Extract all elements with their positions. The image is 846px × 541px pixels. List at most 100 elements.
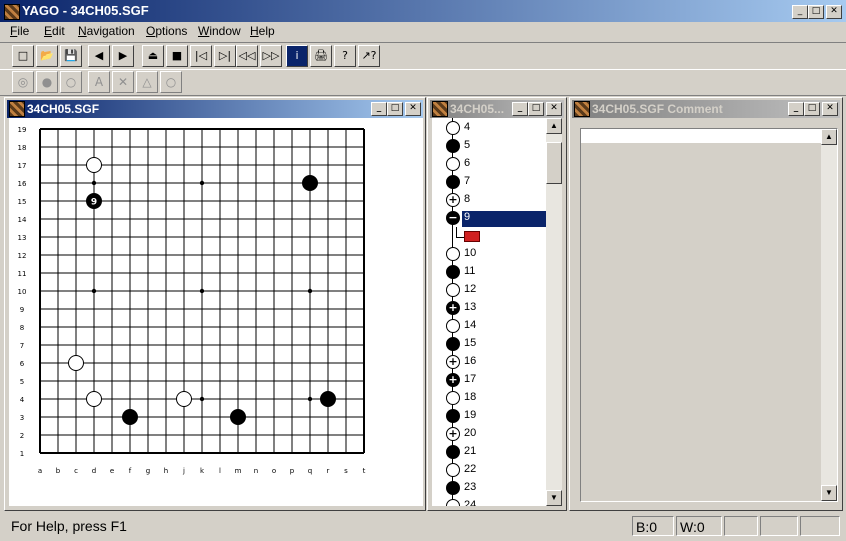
tree-window[interactable]: 34CH05... _ □ ✕ 4 5 6 7 +8−9 10 11 12 +13 14 15 +16… xyxy=(427,97,567,511)
maximize-button[interactable]: □ xyxy=(808,5,824,19)
menu-navigation[interactable]: Navigation xyxy=(78,24,135,38)
board-minimize-button[interactable]: _ xyxy=(371,102,387,116)
comment-window[interactable]: 34CH05.SGF Comment _ □ ✕ ▲ ▼ xyxy=(569,97,843,511)
comment-close-button[interactable]: ✕ xyxy=(822,102,838,116)
move-number-label[interactable]: 9 xyxy=(462,211,546,227)
white-move-node[interactable] xyxy=(446,283,460,297)
board-maximize-button[interactable]: □ xyxy=(387,102,403,116)
move-number-label[interactable]: 24 xyxy=(464,499,476,506)
white-move-node[interactable] xyxy=(446,157,460,171)
menu-options[interactable]: Options xyxy=(146,24,187,38)
move-number-label[interactable]: 16 xyxy=(464,355,476,367)
move-number-label[interactable]: 17 xyxy=(464,373,476,385)
black-move-node[interactable] xyxy=(446,409,460,423)
go-board-area[interactable]: 19 18 17 16 15 14 13 12 11 10 9 8 7 6 5 4 3 2 1 a b c d e f g h j k l… xyxy=(9,118,423,506)
open-folder-button[interactable]: 📂 xyxy=(36,45,58,67)
add-white-stone-button[interactable]: ○ xyxy=(60,71,82,93)
tree-maximize-button[interactable]: □ xyxy=(528,102,544,116)
move-number-label[interactable]: 21 xyxy=(464,445,476,457)
comment-window-icon[interactable] xyxy=(574,101,590,117)
white-move-node[interactable] xyxy=(446,121,460,135)
fast-forward-button[interactable]: ▷▷ xyxy=(260,45,282,67)
tree-close-button[interactable]: ✕ xyxy=(546,102,562,116)
black-move-node[interactable]: − xyxy=(446,211,460,225)
move-number-label[interactable]: 18 xyxy=(464,391,476,403)
board-window[interactable]: 34CH05.SGF _ □ ✕ 19 18 17 16 15 14 13 12 11 10 9 8 7… xyxy=(4,97,426,511)
rewind-button[interactable]: ◁◁ xyxy=(236,45,258,67)
move-number-label[interactable]: 5 xyxy=(464,139,470,151)
move-number-label[interactable]: 14 xyxy=(464,319,476,331)
white-move-node[interactable] xyxy=(446,391,460,405)
move-number-label[interactable]: 15 xyxy=(464,337,476,349)
white-move-node[interactable] xyxy=(446,247,460,261)
comment-minimize-button[interactable]: _ xyxy=(788,102,804,116)
move-number-label[interactable]: 11 xyxy=(464,265,475,277)
tree-scroll-down-button[interactable]: ▼ xyxy=(546,490,562,506)
close-button[interactable]: ✕ xyxy=(826,5,842,19)
menu-window[interactable]: Window xyxy=(198,24,241,38)
move-number-label[interactable]: 10 xyxy=(464,247,476,259)
stop-button[interactable]: ■ xyxy=(166,45,188,67)
comment-text-input[interactable] xyxy=(581,129,821,143)
black-move-node[interactable] xyxy=(446,445,460,459)
tree-window-icon[interactable] xyxy=(432,101,448,117)
info-button[interactable]: i xyxy=(286,45,308,67)
variation-folder-icon[interactable] xyxy=(464,231,480,242)
go-board[interactable]: 19 18 17 16 15 14 13 12 11 10 9 8 7 6 5 4 3 2 1 a b c d e f g h j k l… xyxy=(9,118,423,506)
menu-file[interactable]: File xyxy=(10,24,29,38)
white-move-node[interactable]: + xyxy=(446,427,460,441)
move-number-label[interactable]: 13 xyxy=(464,301,476,313)
black-move-node[interactable] xyxy=(446,175,460,189)
menu-edit[interactable]: Edit xyxy=(44,24,65,38)
comment-maximize-button[interactable]: □ xyxy=(804,102,820,116)
move-number-label[interactable]: 20 xyxy=(464,427,476,439)
black-move-node[interactable]: + xyxy=(446,301,460,315)
move-number-label[interactable]: 8 xyxy=(464,193,470,205)
add-black-stone-button[interactable]: ● xyxy=(36,71,58,93)
print-button[interactable]: 🖨 xyxy=(310,45,332,67)
move-number-label[interactable]: 7 xyxy=(464,175,470,187)
move-number-label[interactable]: 12 xyxy=(464,283,476,295)
move-number-label[interactable]: 19 xyxy=(464,409,476,421)
black-move-node[interactable] xyxy=(446,337,460,351)
app-icon[interactable] xyxy=(4,4,20,20)
black-move-node[interactable]: + xyxy=(446,373,460,387)
tree-scrollbar[interactable]: ▲ ▼ xyxy=(546,118,562,506)
comment-scroll-up-button[interactable]: ▲ xyxy=(821,129,837,145)
context-help-button[interactable]: ↗? xyxy=(358,45,380,67)
board-window-icon[interactable] xyxy=(9,101,25,117)
mark-cross-button[interactable]: ✕ xyxy=(112,71,134,93)
black-move-node[interactable] xyxy=(446,139,460,153)
new-file-button[interactable]: □ xyxy=(12,45,34,67)
eject-button[interactable]: ⏏ xyxy=(142,45,164,67)
white-move-node[interactable] xyxy=(446,499,460,506)
save-button[interactable]: 💾 xyxy=(60,45,82,67)
next-move-button[interactable]: ▶ xyxy=(112,45,134,67)
last-move-button[interactable]: ▷| xyxy=(214,45,236,67)
black-move-node[interactable] xyxy=(446,265,460,279)
game-tree[interactable]: 4 5 6 7 +8−9 10 11 12 +13 14 15 +16 +17 18 19 +20 21 22 23… xyxy=(432,118,546,506)
label-letter-button[interactable]: A xyxy=(88,71,110,93)
minimize-button[interactable]: _ xyxy=(792,5,808,19)
white-move-node[interactable] xyxy=(446,463,460,477)
tree-minimize-button[interactable]: _ xyxy=(512,102,528,116)
tree-scroll-up-button[interactable]: ▲ xyxy=(546,118,562,134)
move-number-label[interactable]: 23 xyxy=(464,481,476,493)
move-number-label[interactable]: 22 xyxy=(464,463,476,475)
prev-move-button[interactable]: ◀ xyxy=(88,45,110,67)
white-move-node[interactable] xyxy=(446,319,460,333)
move-number-label[interactable]: 4 xyxy=(464,121,470,133)
help-button[interactable]: ? xyxy=(334,45,356,67)
menu-help[interactable]: Help xyxy=(250,24,275,38)
add-mixed-stones-button[interactable]: ◎ xyxy=(12,71,34,93)
white-move-node[interactable]: + xyxy=(446,193,460,207)
move-number-label[interactable]: 6 xyxy=(464,157,470,169)
mark-triangle-button[interactable]: △ xyxy=(136,71,158,93)
comment-scrollbar[interactable]: ▲ ▼ xyxy=(821,129,837,501)
board-close-button[interactable]: ✕ xyxy=(405,102,421,116)
mark-circle-button[interactable]: ○ xyxy=(160,71,182,93)
black-move-node[interactable] xyxy=(446,481,460,495)
first-move-button[interactable]: |◁ xyxy=(190,45,212,67)
white-move-node[interactable]: + xyxy=(446,355,460,369)
comment-scroll-down-button[interactable]: ▼ xyxy=(821,485,837,501)
